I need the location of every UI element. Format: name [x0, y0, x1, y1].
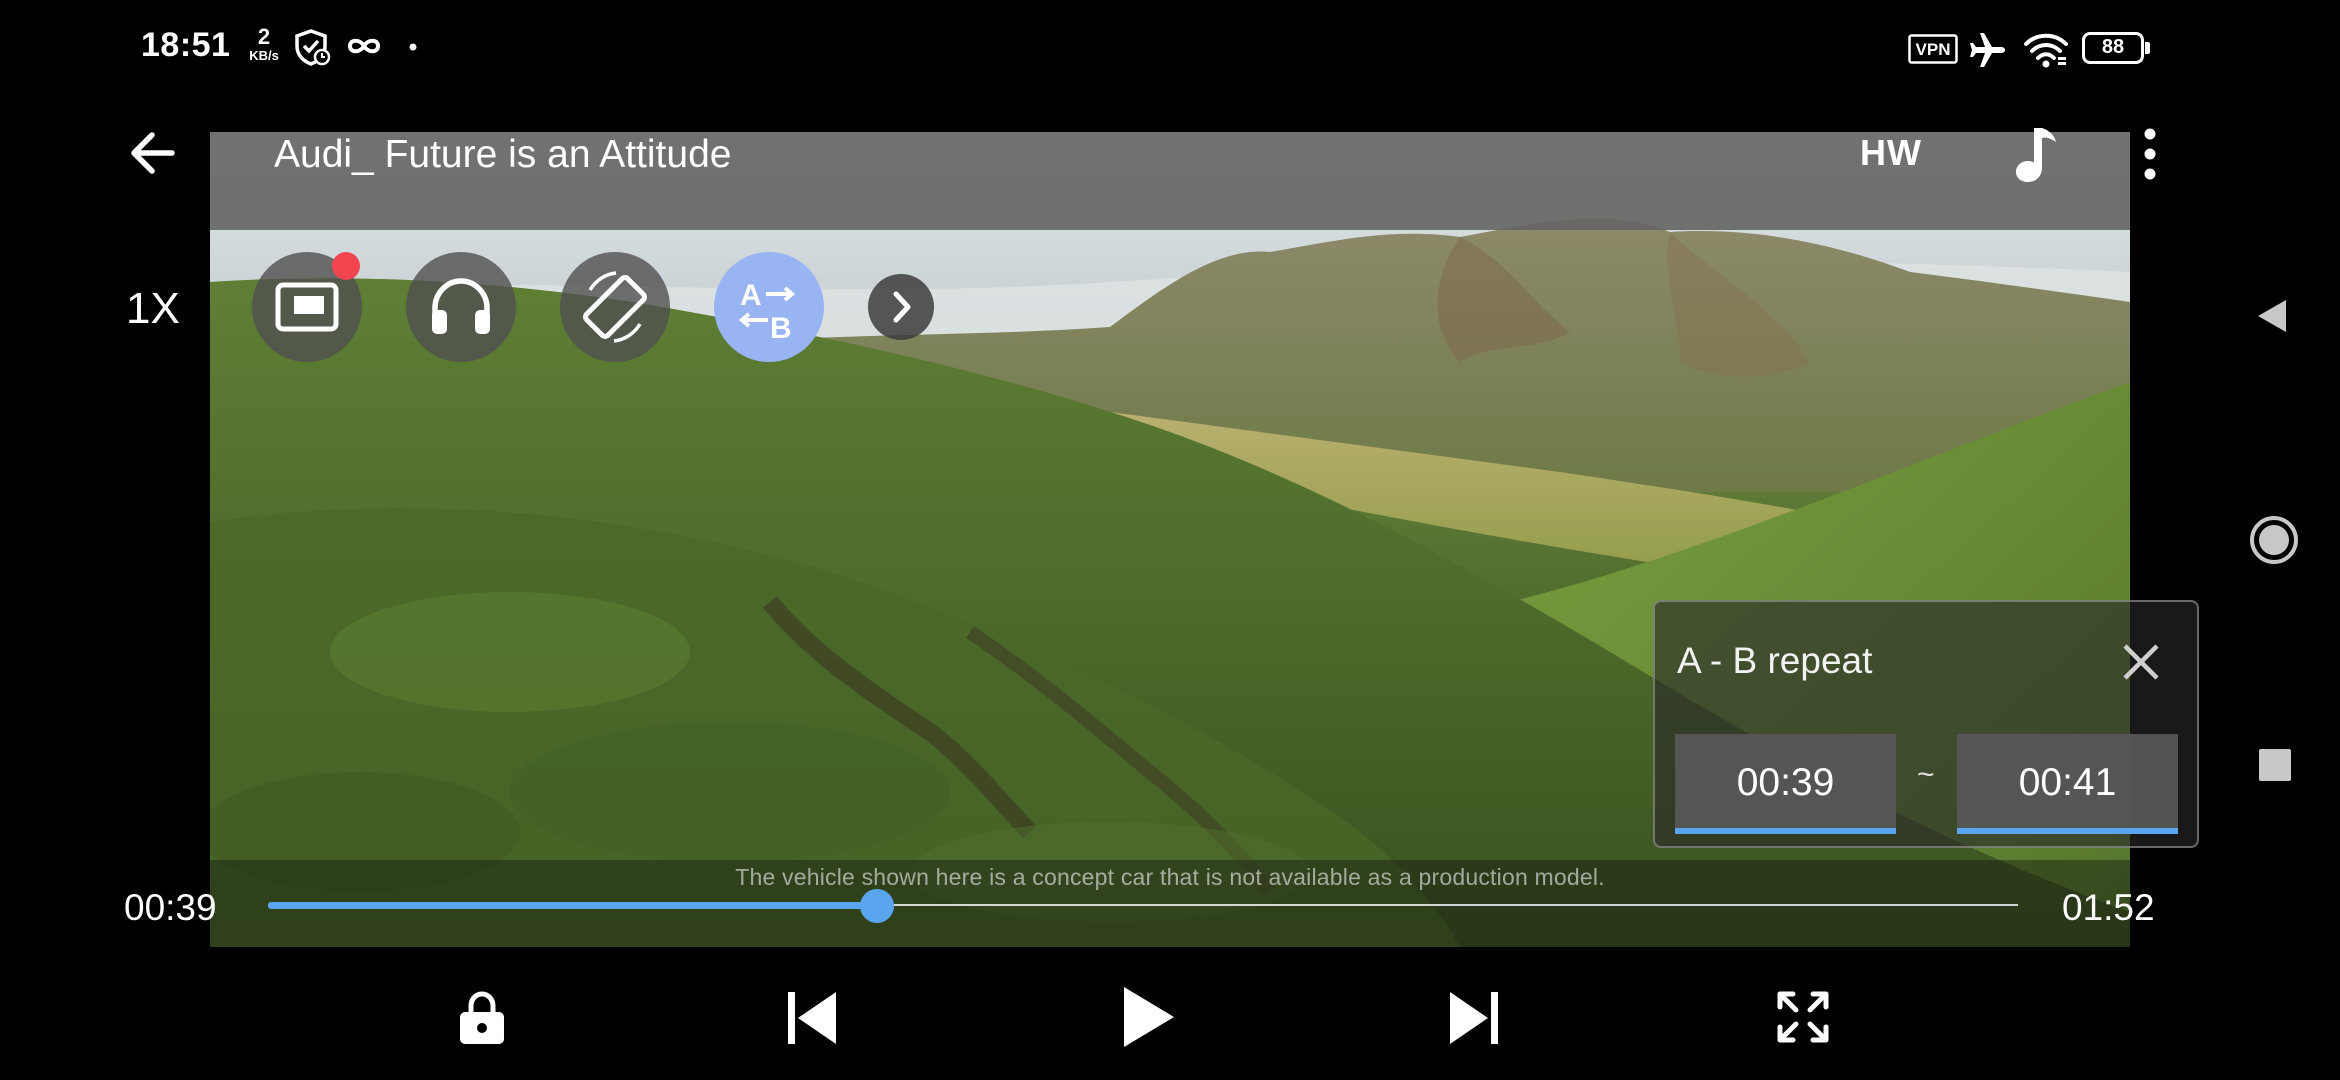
- infinity-icon: [347, 38, 381, 54]
- ab-repeat-button[interactable]: A B: [714, 252, 824, 362]
- headphones-icon: [432, 278, 490, 334]
- rotate-screen-icon: [583, 271, 647, 343]
- ab-repeat-panel: A - B repeat 00:39 ~ 00:41: [1653, 600, 2199, 848]
- seek-progress: [268, 902, 877, 909]
- popup-play-button[interactable]: [252, 252, 362, 362]
- next-button[interactable]: [1448, 990, 1500, 1046]
- more-vert-icon[interactable]: [2132, 124, 2168, 184]
- dot-icon: [409, 43, 417, 51]
- lock-button[interactable]: [456, 990, 508, 1046]
- status-bar: 18:51 2 KB/s VPN 88: [0, 0, 2340, 96]
- home-circle-icon[interactable]: [2248, 514, 2300, 566]
- network-rate-unit: KB/s: [249, 48, 279, 63]
- recents-square-icon[interactable]: [2258, 748, 2292, 782]
- battery-icon: 88: [2082, 32, 2150, 64]
- ab-point-a-field[interactable]: 00:39: [1675, 734, 1896, 834]
- music-note-icon[interactable]: [2010, 124, 2062, 184]
- status-time: 18:51: [141, 26, 231, 64]
- ab-repeat-title: A - B repeat: [1677, 640, 1873, 681]
- chevron-right-icon: [893, 291, 911, 323]
- fullscreen-button[interactable]: [1776, 990, 1830, 1044]
- total-duration: 01:52: [2062, 887, 2155, 928]
- video-player-screen: 18:51 2 KB/s VPN 88 The vehicle shown he…: [0, 0, 2340, 1080]
- play-button[interactable]: [1120, 984, 1176, 1050]
- ab-point-b-field[interactable]: 00:41: [1957, 734, 2178, 834]
- more-actions-button[interactable]: [868, 274, 934, 340]
- vpn-label: VPN: [1916, 40, 1951, 59]
- wifi-icon: [2024, 33, 2068, 68]
- fullscreen-icon: [1777, 991, 1829, 1043]
- seek-thumb[interactable]: [860, 889, 894, 923]
- lock-icon: [460, 991, 504, 1044]
- battery-level: 88: [2101, 36, 2125, 58]
- playback-speed-button[interactable]: 1X: [126, 284, 180, 334]
- back-triangle-icon[interactable]: [2254, 296, 2290, 336]
- decoder-hw-button[interactable]: HW: [1860, 132, 1922, 174]
- ab-separator: ~: [1917, 758, 1935, 791]
- subtitle-text: The vehicle shown here is a concept car …: [735, 864, 1605, 890]
- notification-badge: [332, 252, 360, 280]
- svg-text:B: B: [770, 312, 792, 345]
- airplane-icon: [1970, 33, 2005, 67]
- back-arrow-icon[interactable]: [124, 124, 182, 182]
- network-rate: 2 KB/s: [244, 24, 284, 63]
- ab-repeat-icon: A B: [738, 279, 796, 345]
- seek-bar[interactable]: [268, 889, 2018, 923]
- svg-text:A: A: [740, 279, 762, 312]
- previous-button[interactable]: [786, 990, 838, 1046]
- play-icon: [1124, 987, 1174, 1047]
- skip-next-icon: [1450, 992, 1498, 1044]
- video-title: Audi_ Future is an Attitude: [274, 133, 732, 176]
- background-play-button[interactable]: [406, 252, 516, 362]
- network-rate-value: 2: [257, 24, 271, 49]
- skip-previous-icon: [788, 992, 836, 1044]
- shield-check-icon: [295, 29, 331, 66]
- vpn-icon: VPN: [1908, 34, 1958, 64]
- close-icon[interactable]: [2117, 638, 2165, 686]
- rotate-screen-button[interactable]: [560, 252, 670, 362]
- current-time: 00:39: [124, 887, 217, 928]
